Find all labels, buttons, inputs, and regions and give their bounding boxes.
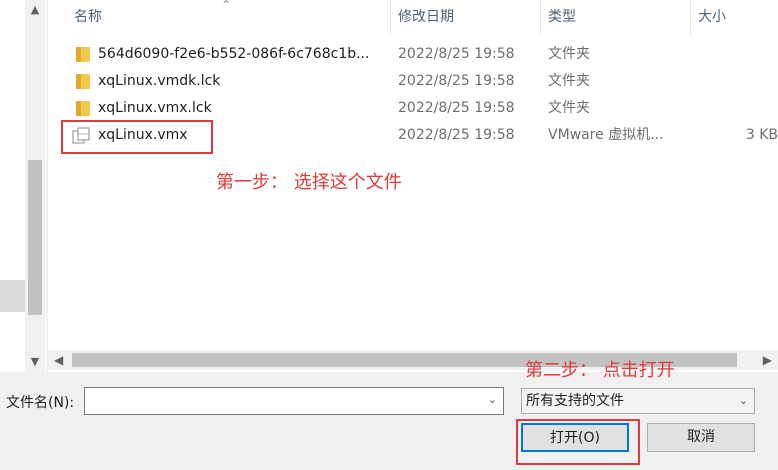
file-size [698, 95, 778, 122]
column-date-modified[interactable]: 修改日期 [390, 0, 540, 35]
file-type: 文件夹 [548, 100, 590, 116]
file-date: 2022/8/25 19:58 [398, 73, 515, 89]
file-row[interactable]: 564d6090-f2e6-b552-086f-6c768c1b... 2022… [48, 41, 778, 68]
file-size [698, 41, 778, 68]
scroll-down-arrow-icon[interactable]: ▼ [29, 356, 41, 368]
file-size: 3 KB [745, 127, 778, 143]
file-type: VMware 虚拟机... [548, 127, 664, 143]
file-name: xqLinux.vmx.lck [98, 100, 212, 116]
annotation-step2: 第二步： 点击打开 [525, 360, 675, 381]
annotation-step1: 第一步： 选择这个文件 [216, 172, 402, 193]
column-header: ⌃ 名称 修改日期 类型 大小 [48, 0, 778, 35]
chevron-down-icon[interactable]: ⌄ [488, 393, 497, 406]
scrollbar-thumb[interactable] [28, 160, 42, 315]
cancel-button[interactable]: 取消 [647, 423, 755, 452]
folder-icon [76, 74, 90, 89]
file-date: 2022/8/25 19:58 [398, 100, 515, 116]
file-date: 2022/8/25 19:58 [398, 46, 515, 62]
file-row[interactable]: xqLinux.vmdk.lck 2022/8/25 19:58 文件夹 [48, 68, 778, 95]
folder-icon [76, 101, 90, 116]
filter-selected-value: 所有支持的文件 [526, 393, 624, 409]
column-name[interactable]: 名称 [66, 0, 388, 35]
file-name: 564d6090-f2e6-b552-086f-6c768c1b... [98, 46, 370, 62]
file-type-filter-select[interactable]: 所有支持的文件 ⌄ [521, 388, 755, 414]
file-highlight-box [61, 120, 213, 154]
chevron-down-icon[interactable]: ⌄ [739, 389, 748, 413]
filename-label: 文件名(N): [6, 395, 75, 411]
file-type: 文件夹 [548, 46, 590, 62]
navigation-selected-item[interactable] [0, 280, 25, 312]
file-list-pane: ⌃ 名称 修改日期 类型 大小 564d6090-f2e6-b552-086f-… [48, 0, 778, 372]
file-row[interactable]: xqLinux.vmx.lck 2022/8/25 19:58 文件夹 [48, 95, 778, 122]
file-name: xqLinux.vmdk.lck [98, 73, 221, 89]
file-type: 文件夹 [548, 73, 590, 89]
file-size [698, 68, 778, 95]
scroll-left-arrow-icon[interactable]: ◀ [54, 353, 63, 367]
column-type[interactable]: 类型 [540, 0, 690, 35]
folder-icon [76, 47, 90, 62]
open-button-highlight-box [516, 419, 640, 465]
navigation-vertical-scrollbar[interactable]: ▲ ▼ [25, 0, 45, 372]
scroll-right-arrow-icon[interactable]: ▶ [763, 353, 772, 367]
scroll-up-arrow-icon[interactable]: ▲ [29, 4, 41, 16]
filename-input[interactable]: ⌄ [84, 387, 504, 415]
column-size[interactable]: 大小 [690, 0, 778, 35]
file-date: 2022/8/25 19:58 [398, 127, 515, 143]
